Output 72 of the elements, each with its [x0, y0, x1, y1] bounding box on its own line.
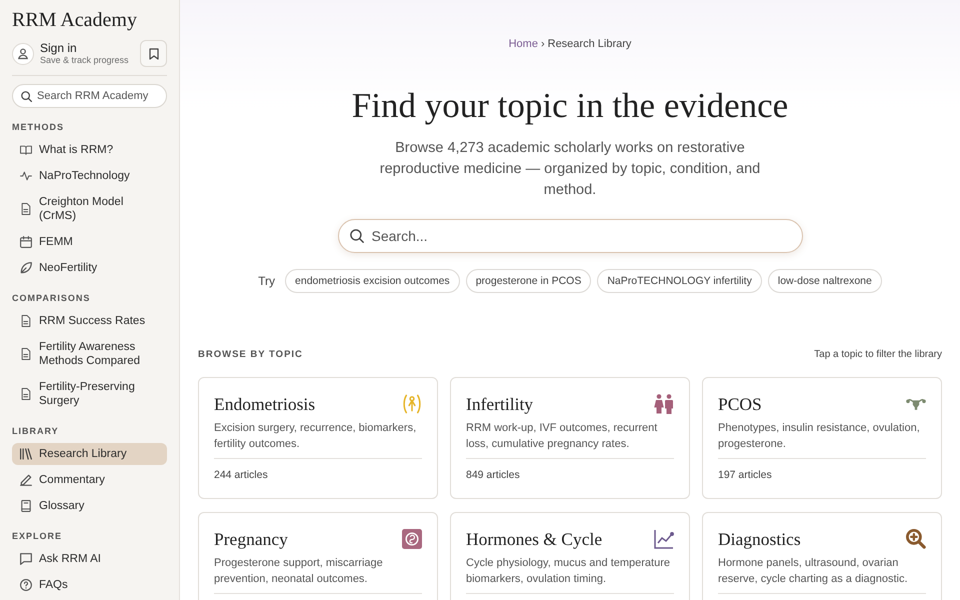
topic-description: Excision surgery, recurrence, biomarkers, fertility outcomes.: [214, 421, 418, 452]
search-field[interactable]: Search RRM Academy: [12, 84, 167, 108]
nav-item[interactable]: NaProTechnology: [12, 165, 167, 187]
nav-item[interactable]: Research Library: [12, 443, 167, 465]
topic-description: Cycle physiology, mucus and temperature biomarkers, ovulation timing.: [466, 556, 672, 587]
nav-item[interactable]: FAQs: [12, 574, 167, 596]
page-title: Find your topic in the evidence: [352, 86, 788, 126]
topic-description: Progesterone support, miscarriage prevention, neonatal outcomes.: [214, 556, 384, 587]
leaf-icon: [20, 262, 32, 274]
document-icon: [20, 388, 32, 400]
topic-title: Endometriosis: [214, 393, 316, 416]
help-icon: [20, 579, 32, 591]
site-title: RRM Academy: [12, 8, 137, 32]
topic-title: Diagnostics: [718, 528, 801, 551]
article-count: 244 articles: [214, 469, 268, 482]
suggestion-chip[interactable]: progesterone in PCOS: [466, 269, 592, 293]
nav-item[interactable]: RRM Success Rates: [12, 310, 167, 332]
chat-icon: [20, 553, 32, 565]
article-count: 197 articles: [718, 469, 772, 482]
topic-title: Pregnancy: [214, 528, 288, 551]
document-icon: [20, 315, 32, 327]
notebook-icon: [20, 500, 32, 512]
topic-description: RRM work-up, IVF outcomes, recurrent loss, cumulative pregnancy rates.: [466, 421, 658, 452]
nav-item[interactable]: NeoFertility: [12, 257, 167, 279]
nav-item[interactable]: Creighton Model (CrMS): [12, 191, 167, 227]
topics-hint: Tap a topic to filter the library: [814, 349, 942, 360]
breadcrumb-separator: ›: [540, 37, 545, 51]
bookmark-icon: [148, 48, 158, 60]
breadcrumb-link[interactable]: Home: [508, 37, 538, 51]
page-subtitle: Browse 4,273 academic scholarly works on restorative reproductive medicine — organized by topic, condition, and method.: [378, 139, 762, 200]
topic-title: Hormones & Cycle: [466, 528, 602, 551]
nav-item[interactable]: Glossary: [12, 495, 167, 517]
article-count: 849 articles: [466, 469, 520, 482]
section-heading: EXPLORE: [12, 531, 62, 542]
nav-item[interactable]: Fertility-Preserving Surgery: [12, 376, 167, 412]
search-icon: [21, 90, 32, 102]
section-heading: COMPARISONS: [12, 293, 90, 304]
topic-card[interactable]: Diagnostics Hormone panels, ultrasound, ovarian reserve, cycle charting as a diagnostic.: [702, 512, 942, 600]
search-field[interactable]: Search...: [338, 219, 802, 253]
topic-title: PCOS: [718, 393, 762, 416]
topic-description: Hormone panels, ultrasound, ovarian reserve, cycle charting as a diagnostic.: [718, 556, 909, 587]
user-icon: [12, 42, 34, 64]
pulse-icon: [20, 170, 32, 182]
topic-card[interactable]: PCOS Phenotypes, insulin resistance, ovulation, progesterone. 197 articles: [702, 377, 942, 499]
suggestion-chip[interactable]: NaProTECHNOLOGY infertility: [597, 269, 762, 293]
books-icon: [20, 448, 32, 460]
topic-card[interactable]: Hormones & Cycle Cycle physiology, mucus and temperature biomarkers, ovulation timing.: [450, 512, 690, 600]
topic-card[interactable]: Endometriosis Excision surgery, recurrence, biomarkers, fertility outcomes. 244 articles: [198, 377, 438, 499]
topic-card[interactable]: Infertility RRM work-up, IVF outcomes, recurrent loss, cumulative pregnancy rates. 849 articles: [450, 377, 690, 499]
document-icon: [20, 348, 32, 360]
book-icon: [20, 144, 32, 156]
section-heading: LIBRARY: [12, 426, 59, 437]
section-heading: METHODS: [12, 122, 64, 133]
topic-description: Phenotypes, insulin resistance, ovulation, progesterone.: [718, 421, 921, 452]
nav-item[interactable]: FEMM: [12, 231, 167, 253]
nav-item[interactable]: What is RRM?: [12, 139, 167, 161]
suggestion-chip[interactable]: low-dose naltrexone: [768, 269, 882, 293]
section-heading: BROWSE BY TOPIC: [198, 349, 303, 360]
search-icon: [350, 229, 364, 243]
nav-item[interactable]: Ask RRM AI: [12, 548, 167, 570]
try-label: Try: [258, 274, 276, 288]
pencil-icon: [20, 474, 32, 486]
breadcrumb-current: Research Library: [548, 37, 632, 51]
nav-item[interactable]: Commentary: [12, 469, 167, 491]
topic-card[interactable]: Pregnancy Progesterone support, miscarriage prevention, neonatal outcomes.: [198, 512, 438, 600]
calendar-icon: [20, 236, 32, 248]
document-icon: [20, 203, 32, 215]
suggestion-chip[interactable]: endometriosis excision outcomes: [285, 269, 460, 293]
topic-title: Infertility: [466, 393, 534, 416]
nav-item[interactable]: Fertility Awareness Methods Compared: [12, 336, 167, 372]
bookmark-button[interactable]: [140, 40, 167, 67]
sign-in-button[interactable]: Sign in Save & track progress: [12, 41, 129, 66]
